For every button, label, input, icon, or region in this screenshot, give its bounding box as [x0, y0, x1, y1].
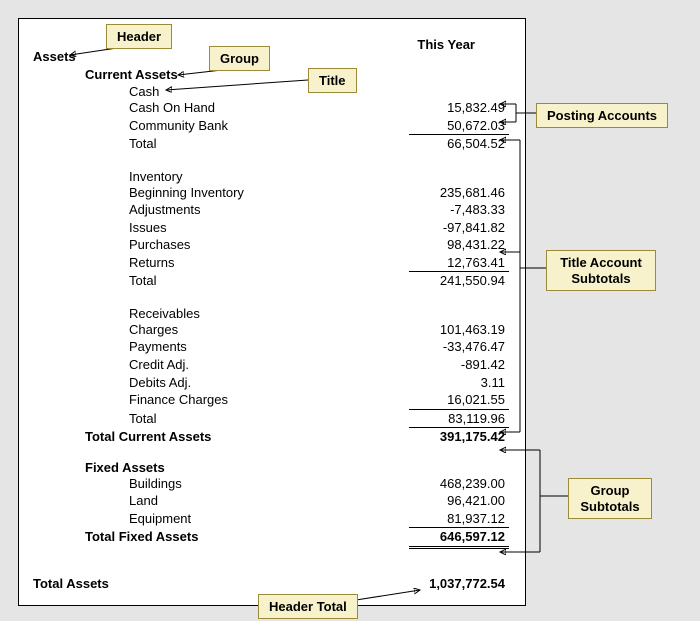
value: 646,597.12	[409, 528, 509, 549]
value: 391,175.42	[409, 428, 509, 446]
label: Equipment	[129, 510, 409, 529]
row-charges: Charges 101,463.19	[129, 321, 509, 339]
value: -97,841.82	[409, 219, 509, 237]
label: Payments	[129, 338, 409, 356]
value: 66,504.52	[409, 135, 509, 153]
value: 15,832.49	[409, 99, 509, 117]
row-total-current-assets: Total Current Assets 391,175.42	[85, 428, 509, 446]
group-fixed-assets: Fixed Assets	[85, 460, 509, 475]
label: Land	[129, 492, 409, 510]
row-receivables-total: Total 83,119.96	[129, 410, 509, 429]
title-receivables: Receivables	[129, 306, 509, 321]
label: Total Fixed Assets	[85, 528, 198, 549]
callout-posting-accounts: Posting Accounts	[536, 103, 668, 128]
content-area: Current Assets Cash Cash On Hand 15,832.…	[85, 67, 509, 549]
label: Total	[129, 410, 409, 429]
group-current-assets: Current Assets	[85, 67, 509, 82]
label: Total Current Assets	[85, 428, 211, 446]
callout-group: Group	[209, 46, 270, 71]
label: Adjustments	[129, 201, 409, 219]
value: 50,672.03	[409, 117, 509, 136]
row-issues: Issues -97,841.82	[129, 219, 509, 237]
row-debits-adj: Debits Adj. 3.11	[129, 374, 509, 392]
row-credit-adj: Credit Adj. -891.42	[129, 356, 509, 374]
row-total-fixed-assets: Total Fixed Assets 646,597.12	[85, 528, 509, 549]
label: Issues	[129, 219, 409, 237]
row-payments: Payments -33,476.47	[129, 338, 509, 356]
label: Beginning Inventory	[129, 184, 409, 202]
value: 16,021.55	[409, 391, 509, 410]
callout-header: Header	[106, 24, 172, 49]
row-finance-charges: Finance Charges 16,021.55	[129, 391, 509, 410]
value: 468,239.00	[409, 475, 509, 493]
callout-header-total: Header Total	[258, 594, 358, 619]
value: 98,431.22	[409, 236, 509, 254]
value: 1,037,772.54	[409, 576, 509, 591]
balance-sheet-document: This Year Assets Current Assets Cash Cas…	[18, 18, 526, 606]
title-inventory: Inventory	[129, 169, 509, 184]
label: Cash On Hand	[129, 99, 409, 117]
row-beg-inventory: Beginning Inventory 235,681.46	[129, 184, 509, 202]
callout-group-subtotals: Group Subtotals	[568, 478, 652, 519]
value: 81,937.12	[409, 510, 509, 529]
value: 101,463.19	[409, 321, 509, 339]
callout-title-subtotals: Title Account Subtotals	[546, 250, 656, 291]
row-inventory-total: Total 241,550.94	[129, 272, 509, 290]
row-purchases: Purchases 98,431.22	[129, 236, 509, 254]
label: Debits Adj.	[129, 374, 409, 392]
label: Buildings	[129, 475, 409, 493]
label: Credit Adj.	[129, 356, 409, 374]
row-community-bank: Community Bank 50,672.03	[129, 117, 509, 136]
label: Purchases	[129, 236, 409, 254]
value: -7,483.33	[409, 201, 509, 219]
value: 235,681.46	[409, 184, 509, 202]
row-adjustments: Adjustments -7,483.33	[129, 201, 509, 219]
value: 12,763.41	[409, 254, 509, 273]
row-cash-total: Total 66,504.52	[129, 135, 509, 153]
value: 241,550.94	[409, 272, 509, 290]
row-land: Land 96,421.00	[129, 492, 509, 510]
row-equipment: Equipment 81,937.12	[129, 510, 509, 529]
row-cash-on-hand: Cash On Hand 15,832.49	[129, 99, 509, 117]
assets-header: Assets	[33, 49, 76, 64]
label: Total	[129, 272, 409, 290]
row-buildings: Buildings 468,239.00	[129, 475, 509, 493]
label: Returns	[129, 254, 409, 273]
label: Community Bank	[129, 117, 409, 136]
value: 83,119.96	[409, 410, 509, 429]
callout-title: Title	[308, 68, 357, 93]
column-header: This Year	[417, 37, 475, 52]
label: Finance Charges	[129, 391, 409, 410]
value: -33,476.47	[409, 338, 509, 356]
value: 3.11	[409, 374, 509, 392]
label: Total Assets	[33, 576, 109, 591]
value: 96,421.00	[409, 492, 509, 510]
row-returns: Returns 12,763.41	[129, 254, 509, 273]
label: Charges	[129, 321, 409, 339]
row-total-assets: Total Assets 1,037,772.54	[33, 576, 509, 591]
label: Total	[129, 135, 409, 153]
value: -891.42	[409, 356, 509, 374]
